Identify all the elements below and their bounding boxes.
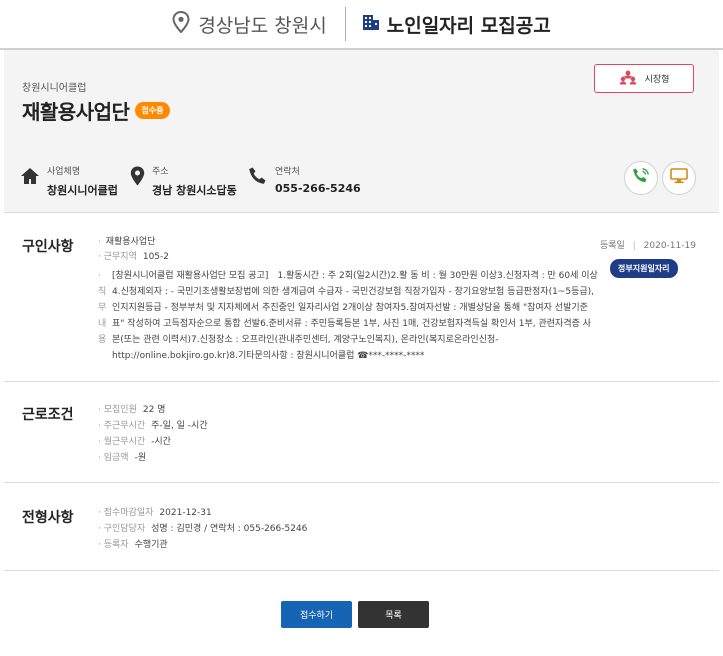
map-pin-icon	[130, 166, 145, 190]
deadline-label: 접수마감일자	[103, 508, 154, 518]
reg-label: 등록일	[600, 241, 625, 251]
business-label: 사업체명	[47, 167, 81, 177]
project-title: 재활용사업단	[22, 100, 130, 124]
page-title: 노인일자리 모집공고	[362, 11, 551, 38]
people-label: 모집인원	[103, 405, 137, 415]
duty-label: · 직무내용	[98, 271, 107, 345]
contact-label: 연락처	[275, 167, 300, 177]
monthly-hours-value: -시간	[151, 437, 171, 447]
duty-field: · 직무내용 [창원시니어클럽 재활용사업단 모집 공고] 1.활동시간 : 주 …	[98, 268, 598, 364]
monitor-icon	[670, 168, 688, 188]
weekly-hours-label: 주근무시간	[103, 421, 146, 431]
page-header: 경상남도 창원시 노인일자리 모집공고	[0, 0, 723, 48]
people-field: · 모집인원 22 명	[98, 405, 166, 415]
area-field: · 근무지역 105-2	[98, 252, 170, 262]
online-apply-button[interactable]	[662, 161, 696, 195]
contact-value: 055-266-5246	[275, 182, 361, 195]
recruit-title: 구인사항	[22, 239, 74, 255]
job-name-field: · 재활용사업단	[98, 237, 156, 247]
address-info: 주소 경남 창원시소답동	[130, 161, 237, 198]
manager-field: · 구인담당자 성명 : 김민경 / 연락처 : 055-266-5246	[98, 524, 308, 534]
manager-value: 성명 : 김민경 / 연락처 : 055-266-5246	[151, 524, 308, 534]
address-value: 경남 창원시소답동	[152, 184, 237, 197]
region-name: 경상남도 창원시	[198, 14, 327, 37]
registrant-field: · 등록자 수행기관	[98, 540, 168, 550]
duty-description: [창원시니어클럽 재활용사업단 모집 공고] 1.활동시간 : 주 2회(일2시…	[112, 271, 598, 361]
registrant-value: 수행기관	[134, 540, 168, 550]
monthly-hours-label: 월근무시간	[103, 437, 146, 447]
home-icon	[20, 167, 40, 189]
people-icon	[619, 70, 637, 88]
gov-support-badge: 정부지원일자리	[610, 259, 678, 278]
call-icon	[632, 167, 650, 189]
phone-icon	[248, 166, 268, 190]
reg-date: 2020-11-19	[643, 241, 696, 251]
region-heading: 경상남도 창원시	[172, 10, 327, 38]
contact-info: 연락처 055-266-5246	[248, 161, 361, 195]
area-value: 105-2	[142, 252, 170, 262]
business-value: 창원시니어클럽	[47, 184, 118, 197]
deadline-field: · 접수마감일자 2021-12-31	[98, 508, 212, 518]
job-type-label: 시장형	[644, 75, 670, 85]
location-pin-icon	[172, 10, 190, 38]
list-button[interactable]: 목록	[358, 601, 429, 628]
job-name-value: 재활용사업단	[105, 237, 156, 247]
organization-label: 창원시니어클럽	[22, 83, 87, 94]
header-divider	[344, 7, 346, 41]
selection-section: 전형사항 · 접수마감일자 2021-12-31 · 구인담당자 성명 : 김민경 …	[4, 483, 719, 571]
apply-button[interactable]: 접수하기	[281, 601, 352, 628]
registrant-label: 등록자	[103, 540, 129, 550]
job-summary-card: 창원시니어클럽 재활용사업단 접수중 시장형 사업체명 창원시니어클럽 주소 경…	[4, 50, 719, 213]
area-label: 근무지역	[103, 252, 137, 262]
work-title: 근로조건	[22, 407, 74, 423]
recruit-section: 구인사항 · 재활용사업단 · 근무지역 105-2 · 직무내용 [창원시니어클럽…	[4, 214, 719, 382]
wage-field: · 임금액 -원	[98, 453, 147, 463]
weekly-hours-field: · 주근무시간 주-일, 일 -시간	[98, 421, 208, 431]
building-icon	[362, 13, 380, 36]
address-label: 주소	[152, 167, 169, 177]
weekly-hours-value: 주-일, 일 -시간	[151, 421, 208, 431]
business-info: 사업체명 창원시니어클럽	[20, 161, 118, 198]
page-title-text: 노인일자리 모집공고	[386, 14, 551, 37]
call-button[interactable]	[624, 161, 658, 195]
wage-label: 임금액	[103, 453, 129, 463]
job-type-button[interactable]: 시장형	[594, 64, 694, 93]
selection-title: 전형사항	[22, 510, 74, 526]
work-condition-section: 근로조건 · 모집인원 22 명 · 주근무시간 주-일, 일 -시간 · 월근무시…	[4, 382, 719, 483]
people-value: 22 명	[142, 405, 166, 415]
manager-label: 구인담당자	[103, 524, 146, 534]
wage-value: -원	[134, 453, 147, 463]
monthly-hours-field: · 월근무시간 -시간	[98, 437, 171, 447]
registration-date: 등록일 | 2020-11-19	[600, 241, 696, 251]
status-badge: 접수중	[135, 102, 170, 119]
deadline-value: 2021-12-31	[159, 508, 212, 518]
project-heading: 재활용사업단 접수중	[22, 96, 170, 125]
